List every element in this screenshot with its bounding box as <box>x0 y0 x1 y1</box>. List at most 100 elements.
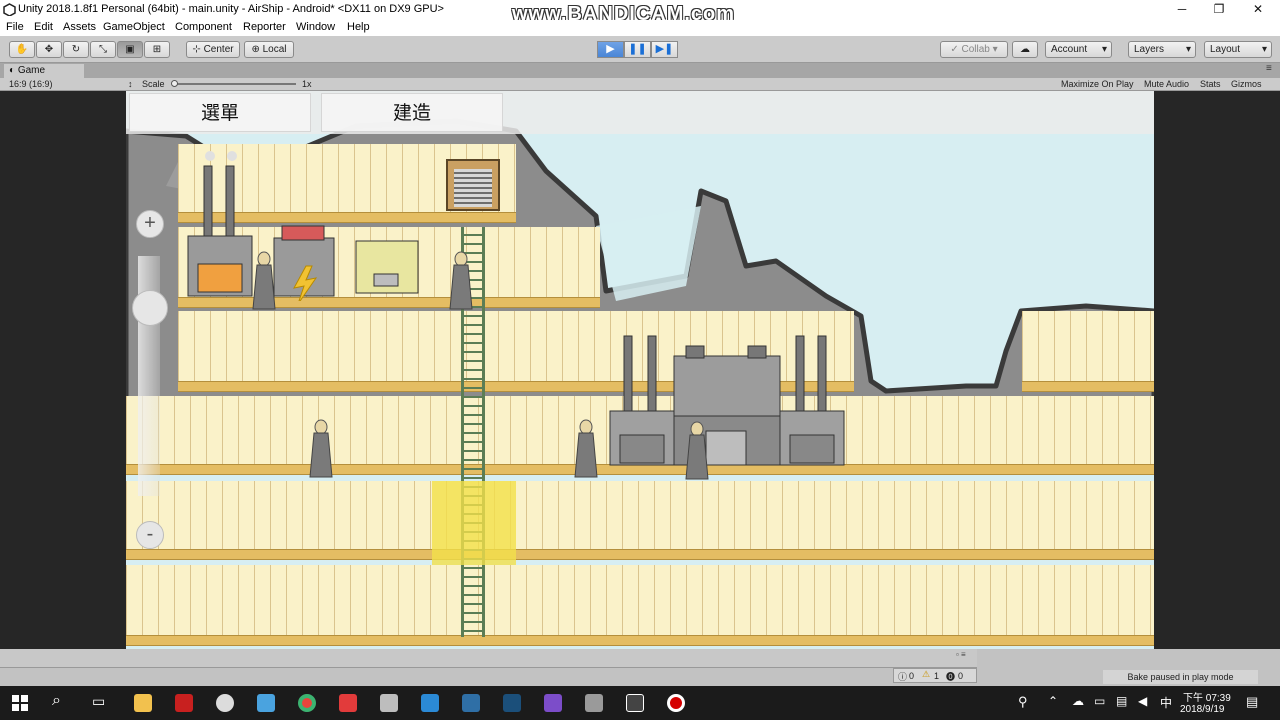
scale-slider-handle[interactable] <box>171 80 178 87</box>
build-button[interactable]: 建造 <box>321 93 503 132</box>
move-tool-button[interactable]: ✥ <box>36 41 62 58</box>
window-title-bar: Unity 2018.1.8f1 Personal (64bit) - main… <box>0 0 1280 25</box>
menu-help[interactable]: Help <box>347 21 370 33</box>
volume-icon[interactable]: ◀ <box>1138 694 1147 708</box>
character-worker[interactable] <box>448 251 474 311</box>
unity-hub-icon[interactable] <box>216 694 234 712</box>
rotate-tool-button[interactable]: ↻ <box>63 41 89 58</box>
pivot-center-button[interactable]: ⊹ Center <box>186 41 240 58</box>
menu-edit[interactable]: Edit <box>34 21 53 33</box>
gizmos-dropdown[interactable]: Gizmos <box>1231 79 1262 89</box>
notification-icon[interactable]: ▤ <box>1246 694 1258 710</box>
menu-window[interactable]: Window <box>296 21 335 33</box>
pause-button[interactable]: ❚❚ <box>624 41 651 58</box>
account-label: Account <box>1051 44 1088 55</box>
stats-toggle[interactable]: Stats <box>1200 79 1221 89</box>
maximize-on-play-toggle[interactable]: Maximize On Play <box>1061 79 1134 89</box>
collab-dropdown[interactable]: ✓ Collab ▾ <box>940 41 1008 58</box>
transform-tool-button[interactable]: ⊞ <box>144 41 170 58</box>
tab-game[interactable]: ◐ Game <box>4 64 84 78</box>
scale-tool-button[interactable]: ⤡ <box>90 41 116 58</box>
chrome-icon[interactable] <box>298 694 316 712</box>
error-count: 0 <box>958 671 964 681</box>
file-explorer-icon[interactable] <box>134 694 152 712</box>
mute-audio-toggle[interactable]: Mute Audio <box>1144 79 1189 89</box>
game-top-bar: 選單 建造 <box>126 91 1154 134</box>
menu-file[interactable]: File <box>6 21 24 33</box>
people-icon[interactable]: ⚲ <box>1018 694 1028 710</box>
floor-beam <box>126 635 1154 646</box>
console-counts[interactable]: ⓘ 0 ⚠ 1 ⓿ 0 <box>893 668 977 683</box>
play-button[interactable]: ▶ <box>597 41 624 58</box>
pivot-local-label: Local <box>262 44 287 55</box>
menu-gameobject[interactable]: GameObject <box>103 21 165 33</box>
game-scene[interactable]: + - 選單 建造 <box>126 91 1154 649</box>
chevron-down-icon: ▾ <box>1101 44 1107 55</box>
main-toolbar: ✋ ✥ ↻ ⤡ ▣ ⊞ ⊹ Center ⊕ Local ▶ ❚❚ ▶❚ ✓ C… <box>0 36 1280 63</box>
battery-icon[interactable]: ▭ <box>1094 694 1105 708</box>
steam-icon[interactable] <box>503 694 521 712</box>
maximize-button[interactable]: ❐ <box>1209 2 1229 18</box>
step-icon: ▶❚ <box>655 43 674 55</box>
bandicam-record-icon[interactable] <box>667 694 685 712</box>
network-icon[interactable]: ▤ <box>1116 694 1127 708</box>
pause-icon: ❚❚ <box>628 43 647 55</box>
menu-button[interactable]: 選單 <box>129 93 311 132</box>
aspect-dropdown[interactable]: 16:9 (16:9) <box>9 79 53 89</box>
layout-dropdown[interactable]: Layout ▾ <box>1204 41 1272 58</box>
menu-reporter[interactable]: Reporter <box>243 21 286 33</box>
zoom-in-button[interactable]: + <box>136 210 164 238</box>
zoom-slider-handle[interactable] <box>132 290 168 326</box>
game-viewport[interactable]: + - 選單 建造 <box>0 91 1280 649</box>
hand-tool-button[interactable]: ✋ <box>9 41 35 58</box>
chevron-down-icon: ↕ <box>128 79 133 89</box>
factory-building <box>609 335 845 466</box>
menu-assets[interactable]: Assets <box>63 21 96 33</box>
app-icon-blue[interactable] <box>257 694 275 712</box>
ime-icon[interactable]: 中 <box>1160 694 1172 711</box>
staircase-door[interactable] <box>446 159 500 211</box>
tab-menu-icon[interactable]: ≡ <box>1266 63 1272 74</box>
rect-icon: ▣ <box>125 44 135 55</box>
log-count: 0 <box>909 671 915 681</box>
app-icon-gray[interactable] <box>585 694 603 712</box>
panel-menu-icon[interactable]: ▫ ≡ <box>956 650 966 659</box>
cloud-icon: ☁ <box>1020 44 1030 55</box>
task-view-icon[interactable]: ▭ <box>92 693 105 710</box>
visual-studio-icon[interactable] <box>544 694 562 712</box>
app-icon-red2[interactable] <box>339 694 357 712</box>
cloud-button[interactable]: ☁ <box>1012 41 1038 58</box>
unity-logo-icon <box>3 3 16 16</box>
unity-taskbar-icon[interactable] <box>626 694 644 712</box>
rect-tool-button[interactable]: ▣ <box>117 41 143 58</box>
search-icon[interactable]: ⌕ <box>52 692 61 710</box>
room-wall <box>1022 311 1154 381</box>
app-icon-cyan[interactable] <box>421 694 439 712</box>
pivot-center-label: Center <box>203 44 234 55</box>
app-icon-navy[interactable] <box>462 694 480 712</box>
menu-component[interactable]: Component <box>175 21 232 33</box>
pivot-local-button[interactable]: ⊕ Local <box>244 41 294 58</box>
close-button[interactable]: ✕ <box>1248 2 1268 18</box>
center-icon: ⊹ <box>192 44 201 55</box>
character-worker[interactable] <box>308 419 334 479</box>
character-worker[interactable] <box>684 421 710 481</box>
layers-label: Layers <box>1134 44 1165 55</box>
onedrive-icon[interactable]: ☁ <box>1072 694 1084 708</box>
layers-dropdown[interactable]: Layers ▾ <box>1128 41 1196 58</box>
windows-start-icon[interactable] <box>12 695 28 711</box>
layout-label: Layout <box>1210 44 1241 55</box>
character-worker[interactable] <box>251 251 277 311</box>
editor-icon[interactable] <box>380 694 398 712</box>
account-dropdown[interactable]: Account ▾ <box>1045 41 1112 58</box>
scale-slider[interactable] <box>172 83 296 85</box>
build-cursor-highlight[interactable] <box>432 481 516 565</box>
app-icon-red[interactable] <box>175 694 193 712</box>
character-worker[interactable] <box>573 419 599 479</box>
error-icon: ⓿ <box>946 672 956 682</box>
step-button[interactable]: ▶❚ <box>651 41 678 58</box>
floor-beam <box>126 549 1154 560</box>
chevron-up-icon[interactable]: ⌃ <box>1048 694 1058 708</box>
zoom-out-button[interactable]: - <box>136 521 164 549</box>
minimize-button[interactable]: ─ <box>1172 2 1192 18</box>
